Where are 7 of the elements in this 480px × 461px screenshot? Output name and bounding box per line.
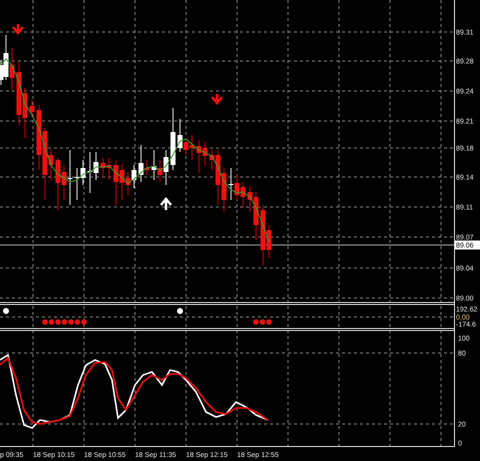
signal-dot <box>3 308 9 314</box>
down-arrow-icon <box>12 22 24 35</box>
candle <box>30 100 34 118</box>
candle <box>170 108 176 170</box>
down-arrow-icon <box>210 92 224 105</box>
signal-dot <box>177 308 183 314</box>
up-arrow-icon <box>160 197 172 212</box>
